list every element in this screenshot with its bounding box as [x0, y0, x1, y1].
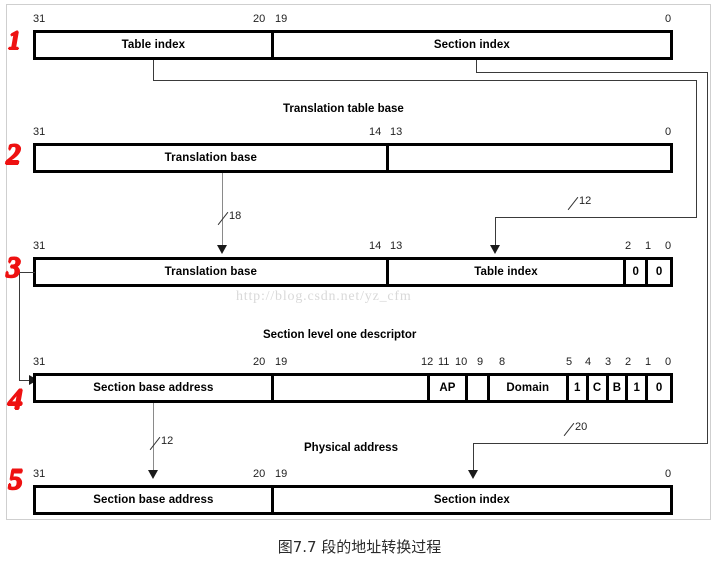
connector-descaddr-h1 [19, 272, 35, 273]
connector-table-index-v2 [696, 80, 697, 217]
bit-label-row1-20: 20 [253, 13, 266, 25]
translation-table-base-register: Translation base [33, 143, 673, 173]
bit-label-row2-13: 13 [390, 126, 403, 138]
bit-label-row1-19: 19 [275, 13, 288, 25]
field-section-index: Section index [433, 39, 510, 51]
bit-label-row1-31: 31 [33, 13, 46, 25]
bit-label-row3-14: 14 [369, 240, 382, 252]
diagram-frame: 31 20 19 0 Table index Section index Tra… [6, 4, 711, 520]
field-bit4-one: 1 [569, 376, 589, 400]
connector-section-index-v1 [476, 60, 477, 72]
connector-table-index-v1 [153, 60, 154, 80]
bit-label-row4-9: 9 [477, 356, 484, 368]
field-row2-reserved [389, 146, 670, 170]
title-physical-address: Physical address [304, 442, 398, 454]
figure-caption: 图7.7 段的地址转换过程 [277, 538, 442, 556]
bit-label-row4-0: 0 [665, 356, 672, 368]
bit-label-row4-3: 3 [605, 356, 612, 368]
bit-label-row4-11: 11 [438, 356, 450, 368]
bit-label-row3-31: 31 [33, 240, 46, 252]
first-level-descriptor-address-register: Translation base Table index 0 0 [33, 257, 673, 287]
field-c-bit: C [589, 376, 609, 400]
bus-section-index-arrow [468, 470, 478, 479]
bus-section-index-h [473, 443, 708, 444]
bit-label-row4-5: 5 [566, 356, 573, 368]
bit-label-row3-1: 1 [645, 240, 652, 252]
field-row3-bit0-zero: 0 [655, 266, 663, 278]
field-row3-bit1-zero: 0 [626, 260, 649, 284]
step-marker-2: 2 [6, 138, 21, 171]
bit-label-row3-13: 13 [390, 240, 403, 252]
physical-address-register: Section base address Section index [33, 485, 673, 515]
bit-label-row2-0: 0 [665, 126, 672, 138]
bus-width-20-label: 20 [575, 421, 588, 433]
bus-width-12-table: 12 [567, 195, 592, 211]
bit-label-row1-0: 0 [665, 13, 672, 25]
bus-width-12-table-label: 12 [579, 195, 592, 207]
bus-section-base-arrow [148, 470, 158, 479]
field-physical-base-address: Section base address [36, 488, 274, 512]
connector-table-index-h [153, 80, 696, 81]
field-table-index-2: Table index [389, 260, 627, 284]
slash-tick-12-physical [149, 436, 161, 451]
bus-width-18-label: 18 [229, 210, 242, 222]
field-bit0-zero: 0 [655, 382, 663, 394]
field-table-index: Table index [36, 33, 274, 57]
connector-descaddr-v [19, 272, 20, 380]
bus-section-base-line [153, 403, 154, 476]
bit-label-row5-19: 19 [275, 468, 288, 480]
field-b-bit: B [609, 376, 629, 400]
bit-label-row5-0: 0 [665, 468, 672, 480]
bit-label-row4-8: 8 [499, 356, 506, 368]
bit-label-row4-1: 1 [645, 356, 652, 368]
bus-width-20: 20 [563, 421, 588, 437]
bit-label-row4-10: 10 [455, 356, 468, 368]
field-translation-base-2: Translation base [36, 260, 389, 284]
field-translation-base: Translation base [36, 146, 389, 170]
bus-width-18: 18 [217, 210, 242, 226]
step-marker-4: 4 [8, 383, 23, 416]
step-marker-5: 5 [8, 463, 23, 496]
field-domain: Domain [490, 376, 569, 400]
bit-label-row3-0: 0 [665, 240, 672, 252]
bus-width-12-physical: 12 [149, 435, 174, 451]
watermark-text: http://blog.csdn.net/yz_cfm [236, 289, 412, 304]
bus-translation-base-arrow [217, 245, 227, 254]
field-row4-reserved [274, 376, 431, 400]
bus-table-index-h [495, 217, 697, 218]
bit-label-row4-19: 19 [275, 356, 288, 368]
slash-tick-20 [563, 422, 575, 437]
field-physical-section-index: Section index [433, 494, 510, 506]
field-section-base-address: Section base address [36, 376, 274, 400]
title-translation-table-base: Translation table base [283, 103, 404, 115]
field-row4-bit9 [468, 376, 490, 400]
bit-label-row4-2: 2 [625, 356, 632, 368]
bus-table-index-arrow [490, 245, 500, 254]
connector-section-index-v2 [707, 72, 708, 443]
bit-label-row5-31: 31 [33, 468, 46, 480]
section-level-one-descriptor-register: Section base address AP Domain 1 C B 1 0 [33, 373, 673, 403]
step-marker-3: 3 [6, 251, 21, 284]
field-ap: AP [430, 376, 468, 400]
step-marker-1: 1 [8, 26, 21, 55]
bit-label-row3-2: 2 [625, 240, 632, 252]
connector-section-index-h [476, 72, 707, 73]
bit-label-row4-31: 31 [33, 356, 46, 368]
field-bit1-one: 1 [628, 376, 649, 400]
bit-label-row4-20: 20 [253, 356, 266, 368]
bus-width-12-physical-label: 12 [161, 435, 174, 447]
virtual-address-register: Table index Section index [33, 30, 673, 60]
title-section-level-one-descriptor: Section level one descriptor [263, 329, 417, 341]
slash-tick-18 [217, 211, 229, 226]
bit-label-row4-4: 4 [585, 356, 592, 368]
slash-tick-12-table [567, 196, 579, 211]
bit-label-row2-31: 31 [33, 126, 46, 138]
bus-translation-base-line [222, 173, 223, 251]
bit-label-row4-12: 12 [421, 356, 434, 368]
bit-label-row5-20: 20 [253, 468, 266, 480]
bit-label-row2-14: 14 [369, 126, 382, 138]
